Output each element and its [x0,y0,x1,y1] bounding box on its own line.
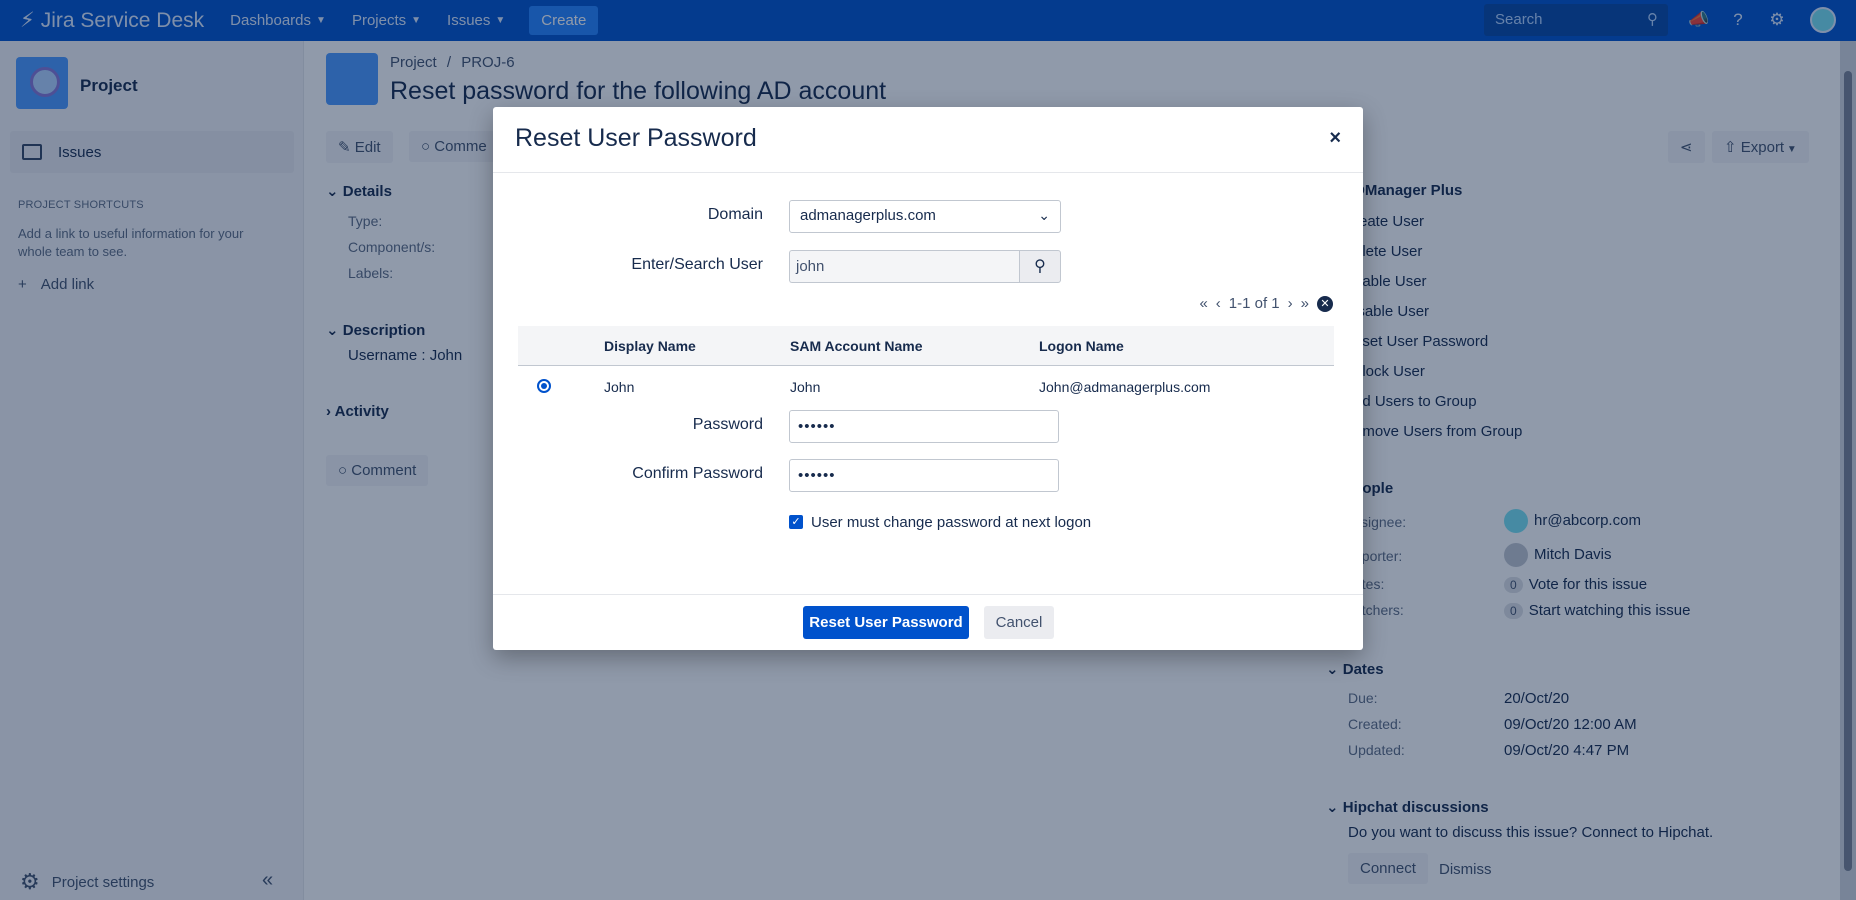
cell-logon-name: John@admanagerplus.com [1039,379,1211,395]
cell-display-name: John [604,379,635,395]
password-field[interactable]: •••••• [789,410,1059,443]
cancel-button[interactable]: Cancel [984,606,1054,639]
must-change-checkbox[interactable]: ✓ [789,515,803,529]
chevron-down-icon: ⌄ [1038,207,1050,223]
table-header: Display Name SAM Account Name Logon Name [518,326,1334,366]
divider [493,172,1363,173]
reset-password-dialog: Reset User Password × Domain admanagerpl… [493,107,1363,650]
reset-password-button[interactable]: Reset User Password [803,606,969,639]
domain-label: Domain [707,206,763,223]
user-search-input[interactable]: john [789,250,1019,283]
pagination: « ‹ 1-1 of 1 › » ✕ [1199,295,1333,312]
close-icon[interactable]: × [1329,127,1341,150]
last-page-icon[interactable]: » [1301,295,1309,312]
password-label: Password [692,416,763,433]
search-icon[interactable]: ⚲ [1019,250,1061,283]
domain-value: admanagerplus.com [800,207,936,224]
next-page-icon[interactable]: › [1288,295,1293,312]
prev-page-icon[interactable]: ‹ [1216,295,1221,312]
first-page-icon[interactable]: « [1199,295,1207,312]
divider [493,594,1363,595]
close-circle-icon[interactable]: ✕ [1317,295,1333,312]
confirm-password-label: Confirm Password [632,465,763,482]
column-logon-name[interactable]: Logon Name [1039,338,1124,354]
domain-select[interactable]: admanagerplus.com ⌄ [789,200,1061,233]
page-info: 1-1 of 1 [1228,295,1280,312]
column-sam-account[interactable]: SAM Account Name [790,338,923,354]
cell-sam-account: John [790,379,821,395]
column-display-name[interactable]: Display Name [604,338,696,354]
search-user-label: Enter/Search User [631,256,763,273]
must-change-label[interactable]: User must change password at next logon [811,514,1091,531]
user-radio[interactable] [537,379,551,393]
dialog-title: Reset User Password [515,124,757,152]
confirm-password-field[interactable]: •••••• [789,459,1059,492]
